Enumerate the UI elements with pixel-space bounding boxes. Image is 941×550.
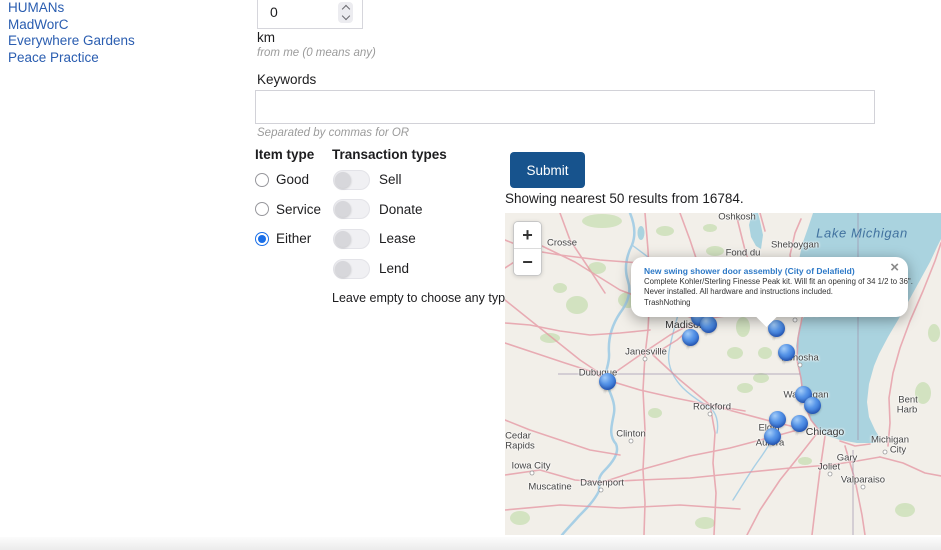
map-place-label: Clinton	[616, 429, 646, 440]
transaction-types-label: Transaction types	[332, 147, 447, 162]
transaction-type-label: Donate	[379, 202, 423, 217]
submit-button[interactable]: Submit	[510, 152, 585, 188]
zoom-out-button[interactable]: −	[514, 248, 541, 275]
transaction-type-label: Lease	[379, 231, 416, 246]
map-place-label: Crosse	[547, 238, 577, 249]
radio-icon[interactable]	[255, 173, 269, 187]
marker-ball	[599, 373, 616, 390]
radio-checked-icon[interactable]	[255, 232, 269, 246]
toggle-knob	[335, 172, 351, 188]
transaction-type-label: Lend	[379, 261, 409, 276]
popup-body: Complete Kohler/Sterling Finesse Peak ki…	[644, 277, 884, 309]
distance-input[interactable]: 0	[257, 0, 363, 29]
zoom-in-button[interactable]: +	[514, 222, 541, 248]
keywords-hint: Separated by commas for OR	[257, 127, 409, 139]
map-place-label: Davenport	[580, 478, 624, 489]
transaction-types-hint: Leave empty to choose any type	[332, 291, 512, 305]
item-type-option-label: Either	[276, 231, 311, 246]
radio-icon[interactable]	[255, 202, 269, 216]
marker-ball	[682, 329, 699, 346]
marker-ball	[804, 397, 821, 414]
popup-text-line: Complete Kohler/Sterling Finesse Peak ki…	[644, 277, 884, 288]
popup-text-line: Never installed. All hardware and instru…	[644, 287, 884, 298]
item-type-label: Item type	[255, 147, 314, 162]
item-type-option[interactable]: Either	[255, 224, 321, 254]
map-place-label: Chicago	[806, 426, 845, 438]
transaction-type-option: Lend	[333, 254, 423, 284]
marker-ball	[778, 344, 795, 361]
distance-value: 0	[258, 4, 338, 20]
map-place-label: Valparaiso	[841, 475, 885, 486]
close-icon[interactable]: ×	[890, 260, 899, 276]
keywords-label: Keywords	[257, 72, 316, 87]
map-place-label: Rapids	[505, 441, 535, 452]
map-place-label: Rockford	[693, 402, 731, 413]
keywords-input[interactable]	[255, 90, 875, 124]
toggle-switch[interactable]	[333, 259, 370, 279]
map-place-label: Harb	[897, 405, 918, 416]
marker-ball	[700, 316, 717, 333]
item-type-option[interactable]: Good	[255, 165, 321, 195]
popup-item-link[interactable]: New swing shower door assembly (City of …	[644, 266, 884, 277]
sidebar-link[interactable]: Peace Practice	[8, 50, 135, 67]
marker-ball	[764, 428, 781, 445]
map-popup: New swing shower door assembly (City of …	[631, 257, 908, 317]
marker-ball	[791, 415, 808, 432]
page-footer	[0, 537, 941, 550]
transaction-types-group: Sell Donate Lease Lend	[333, 165, 423, 283]
sidebar-link[interactable]: MadWorC	[8, 17, 135, 34]
sidebar-link[interactable]: HUMANs	[8, 0, 135, 17]
toggle-knob	[335, 201, 351, 217]
map-place-label: Gary	[837, 453, 858, 464]
transaction-type-label: Sell	[379, 172, 402, 187]
item-type-group: Good Service Either	[255, 165, 321, 254]
sidebar-nav: HUMANsMadWorCEverywhere GardensPeace Pra…	[8, 0, 135, 66]
transaction-type-option: Sell	[333, 165, 423, 195]
toggle-knob	[335, 261, 351, 277]
stepper-down-icon[interactable]	[341, 11, 349, 19]
toggle-switch[interactable]	[333, 170, 370, 190]
item-type-option[interactable]: Service	[255, 195, 321, 225]
map-place-label: Lake Michigan	[816, 226, 908, 241]
toggle-switch[interactable]	[333, 199, 370, 219]
map-place-label: Muscatine	[528, 482, 571, 493]
item-type-option-label: Good	[276, 172, 309, 187]
number-stepper[interactable]	[338, 2, 353, 23]
toggle-switch[interactable]	[333, 229, 370, 249]
transaction-type-option: Donate	[333, 195, 423, 225]
results-status: Showing nearest 50 results from 16784.	[505, 191, 744, 206]
map-place-label: Janesville	[625, 347, 667, 358]
marker-ball	[769, 411, 786, 428]
sidebar-link[interactable]: Everywhere Gardens	[8, 33, 135, 50]
distance-unit-label: km	[257, 30, 275, 45]
map-place-label: Iowa City	[511, 461, 550, 472]
map-place-label: City	[890, 445, 906, 456]
transaction-type-option: Lease	[333, 224, 423, 254]
map-place-label: Oshkosh	[718, 213, 756, 223]
map-place-label: Sheboygan	[771, 240, 819, 251]
toggle-knob	[335, 231, 351, 247]
results-map[interactable]: CrosseOshkoshSheboyganLake MichiganFond …	[505, 213, 941, 535]
map-zoom-control: + −	[513, 221, 542, 276]
item-type-option-label: Service	[276, 202, 321, 217]
popup-text-line: TrashNothing	[644, 298, 884, 309]
distance-hint: from me (0 means any)	[257, 47, 376, 59]
